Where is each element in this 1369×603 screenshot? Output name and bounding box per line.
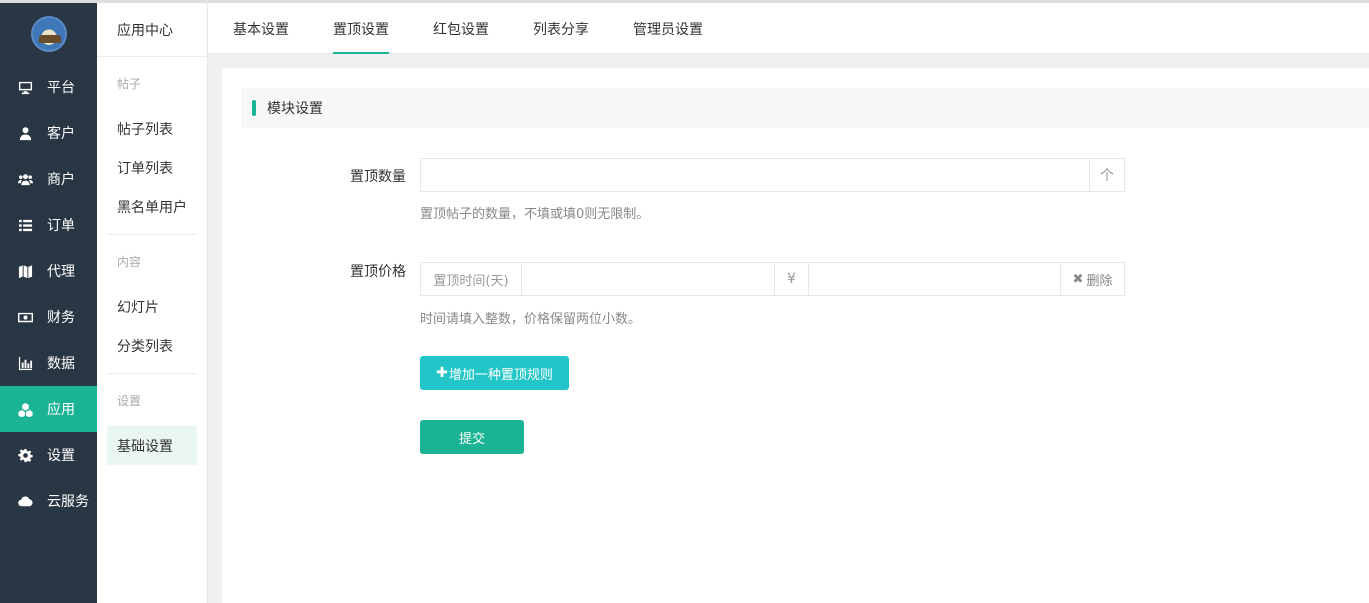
nav-label: 代理 <box>47 264 75 280</box>
top-price-label: 置顶价格 <box>350 264 406 280</box>
bar-chart-icon <box>17 355 33 371</box>
nav-item-settings[interactable]: 设置 <box>0 432 97 478</box>
tab-top-settings[interactable]: 置顶设置 <box>333 3 389 54</box>
delete-label: 删除 <box>1086 273 1113 289</box>
nav-item-app[interactable]: 应用 <box>0 386 97 432</box>
top-count-input-group: 个 <box>420 158 1125 192</box>
top-count-input[interactable] <box>421 159 1089 191</box>
nav-label: 订单 <box>47 218 75 234</box>
main-sidebar: 平台 客户 商户 订单 代理 财务 数据 应用 设置 云服务 <box>0 0 97 603</box>
top-count-help: 置顶帖子的数量，不填或填0则无限制。 <box>420 207 650 222</box>
nav-item-data[interactable]: 数据 <box>0 340 97 386</box>
subnav-group-title: 帖子 <box>117 76 142 91</box>
subnav-group-title: 设置 <box>117 393 142 408</box>
nav-label: 财务 <box>47 310 75 326</box>
time-days-addon: 置顶时间(天) <box>421 263 522 295</box>
nav-item-order[interactable]: 订单 <box>0 202 97 248</box>
nav-item-merchant[interactable]: 商户 <box>0 156 97 202</box>
subnav-item-category-list[interactable]: 分类列表 <box>107 326 197 365</box>
cloud-icon <box>17 493 33 509</box>
money-icon <box>17 309 33 325</box>
subnav-title: 应用中心 <box>97 0 207 57</box>
nav-item-platform[interactable]: 平台 <box>0 64 97 110</box>
users-icon <box>17 171 33 187</box>
nav-label: 设置 <box>47 448 75 464</box>
list-icon <box>17 217 33 233</box>
currency-addon: ¥ <box>774 263 809 295</box>
sub-sidebar: 应用中心 帖子 帖子列表 订单列表 黑名单用户 内容 幻灯片 分类列表 设置 基… <box>97 0 208 603</box>
nav-label: 客户 <box>47 126 75 142</box>
nav-item-finance[interactable]: 财务 <box>0 294 97 340</box>
top-days-input[interactable] <box>522 263 774 295</box>
subnav-item-basic-settings[interactable]: 基础设置 <box>107 426 197 465</box>
nav-label: 数据 <box>47 356 75 372</box>
tab-bar: 基本设置 置顶设置 红包设置 列表分享 管理员设置 <box>208 0 1369 54</box>
nav-label: 平台 <box>47 80 75 96</box>
delete-rule-button[interactable]: ✖ 删除 <box>1060 263 1124 295</box>
subnav-item-order-list[interactable]: 订单列表 <box>107 148 197 187</box>
nav-item-agent[interactable]: 代理 <box>0 248 97 294</box>
nav-label: 应用 <box>47 402 75 418</box>
tab-red-packet-settings[interactable]: 红包设置 <box>433 3 489 54</box>
unit-addon: 个 <box>1089 159 1124 191</box>
top-count-label: 置顶数量 <box>350 169 406 185</box>
subnav-item-blacklist[interactable]: 黑名单用户 <box>107 187 197 226</box>
monitor-icon <box>17 79 33 95</box>
cubes-icon <box>17 401 33 417</box>
subnav-item-post-list[interactable]: 帖子列表 <box>107 109 197 148</box>
nav-item-customer[interactable]: 客户 <box>0 110 97 156</box>
map-icon <box>17 263 33 279</box>
add-rule-label: 增加一种置顶规则 <box>448 367 553 383</box>
section-title: 模块设置 <box>267 101 323 117</box>
close-icon: ✖ <box>1072 271 1084 287</box>
logo[interactable] <box>0 0 97 64</box>
subnav-group-title: 内容 <box>117 254 142 269</box>
top-price-input[interactable] <box>809 263 1060 295</box>
nav-label: 云服务 <box>47 494 89 510</box>
nav-label: 商户 <box>47 172 75 188</box>
tab-list-share[interactable]: 列表分享 <box>533 3 589 54</box>
tab-admin-settings[interactable]: 管理员设置 <box>633 3 703 54</box>
user-icon <box>17 125 33 141</box>
nav-item-cloud[interactable]: 云服务 <box>0 478 97 524</box>
add-top-rule-button[interactable]: ✚ 增加一种置顶规则 <box>420 356 569 390</box>
logo-image <box>30 15 67 52</box>
subnav-item-slides[interactable]: 幻灯片 <box>107 287 197 326</box>
tab-basic-settings[interactable]: 基本设置 <box>233 3 289 54</box>
plus-icon: ✚ <box>436 365 448 381</box>
content-panel: 模块设置 置顶数量 个 置顶帖子的数量，不填或填0则无限制。 置顶价格 置顶时间… <box>222 68 1369 603</box>
section-accent-bar <box>252 100 256 116</box>
top-price-input-group: 置顶时间(天) ¥ ✖ 删除 <box>420 262 1125 296</box>
submit-button[interactable]: 提交 <box>420 420 524 454</box>
section-header: 模块设置 <box>241 88 1369 128</box>
gear-icon <box>17 447 33 463</box>
top-price-help: 时间请填入整数，价格保留两位小数。 <box>420 312 642 327</box>
